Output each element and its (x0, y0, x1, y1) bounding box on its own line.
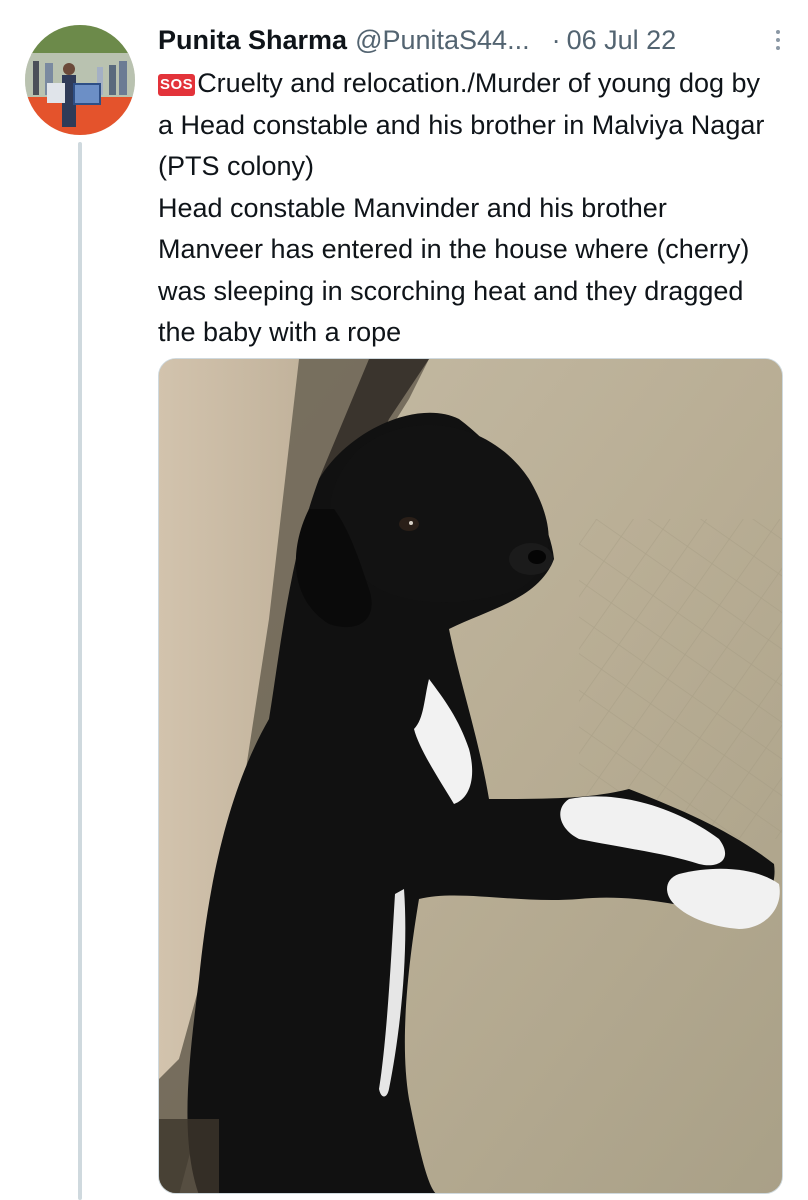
author-handle[interactable]: @PunitaS44... (355, 25, 530, 56)
separator-dot: · (551, 24, 561, 55)
tweet-line-2: Head constable Manvinder and his brother… (158, 192, 750, 348)
thread-connector-line (78, 142, 82, 1200)
tweet-text-line-1: Cruelty and relocation./Murder of young … (158, 68, 765, 181)
more-vertical-icon[interactable] (768, 22, 788, 58)
more-dot (776, 46, 780, 50)
tweet-text: SOS Cruelty and relocation./Murder of you… (158, 63, 778, 354)
tweet-media-photo[interactable] (158, 358, 783, 1194)
tweet-line-1: SOS Cruelty and relocation./Murder of you… (158, 63, 778, 188)
tweet[interactable]: Punita Sharma @PunitaS44... · 06 Jul 22 … (0, 0, 808, 1200)
author-name[interactable]: Punita Sharma (158, 25, 347, 56)
more-dot (776, 30, 780, 34)
avatar[interactable] (25, 25, 135, 135)
avatar-photo (25, 25, 135, 135)
more-dot (776, 38, 780, 42)
sos-icon: SOS (158, 74, 196, 96)
dog-photo (159, 359, 782, 1193)
tweet-date[interactable]: 06 Jul 22 (567, 25, 677, 56)
tweet-header: Punita Sharma @PunitaS44... · 06 Jul 22 (158, 18, 788, 62)
